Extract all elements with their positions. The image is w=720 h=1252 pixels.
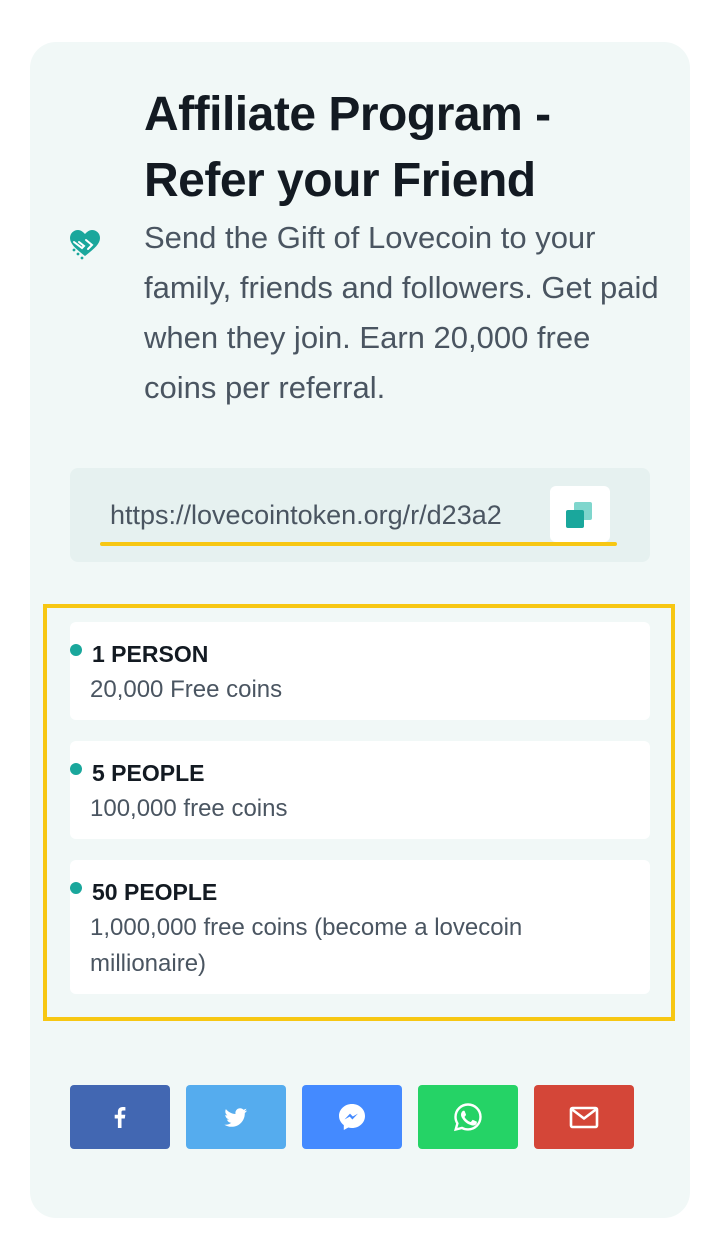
title-line-1: Affiliate Program -: [144, 88, 551, 141]
tier-heading: 5 PEOPLE: [70, 759, 205, 787]
copy-icon: [566, 502, 592, 528]
referral-link-box: [70, 468, 650, 562]
share-email-button[interactable]: [534, 1085, 634, 1149]
tier-heading-text: 50 PEOPLE: [92, 879, 218, 905]
handshake-heart-icon: [70, 230, 100, 260]
affiliate-card: Affiliate Program - Refer your Friend Se…: [30, 42, 690, 1218]
copy-link-button[interactable]: [550, 486, 610, 542]
tier-reward: 1,000,000 free coins (become a lovecoin …: [90, 914, 523, 977]
share-whatsapp-button[interactable]: [418, 1085, 518, 1149]
mail-icon: [569, 1106, 599, 1129]
bullet-dot-icon: [70, 763, 82, 775]
tier-reward: 20,000 Free coins: [90, 676, 283, 703]
share-facebook-button[interactable]: [70, 1085, 170, 1149]
tier-heading-text: 5 PEOPLE: [92, 760, 205, 786]
whatsapp-icon: [453, 1103, 482, 1132]
tier-card-2: 5 PEOPLE 100,000 free coins: [70, 741, 650, 839]
share-twitter-button[interactable]: [186, 1085, 286, 1149]
referral-link-underline: [100, 542, 617, 546]
tier-card-1: 1 PERSON 20,000 Free coins: [70, 622, 650, 720]
tier-heading: 50 PEOPLE: [70, 878, 218, 906]
tier-heading-text: 1 PERSON: [92, 641, 209, 667]
program-description: Send the Gift of Lovecoin to your family…: [144, 220, 659, 405]
tier-card-3: 50 PEOPLE 1,000,000 free coins (become a…: [70, 860, 650, 994]
title-line-2: Refer your Friend: [144, 154, 536, 207]
referral-link-input[interactable]: [100, 490, 590, 540]
twitter-icon: [224, 1108, 247, 1127]
bullet-dot-icon: [70, 644, 82, 656]
tier-reward: 100,000 free coins: [90, 795, 288, 822]
share-messenger-button[interactable]: [302, 1085, 402, 1149]
facebook-icon: [114, 1106, 126, 1128]
share-buttons: [70, 1085, 650, 1149]
reward-tiers: 1 PERSON 20,000 Free coins 5 PEOPLE 100,…: [43, 604, 675, 1021]
messenger-icon: [339, 1104, 365, 1130]
page-title: Affiliate Program - Refer your Friend: [144, 82, 664, 214]
bullet-dot-icon: [70, 882, 82, 894]
tier-heading: 1 PERSON: [70, 640, 209, 668]
